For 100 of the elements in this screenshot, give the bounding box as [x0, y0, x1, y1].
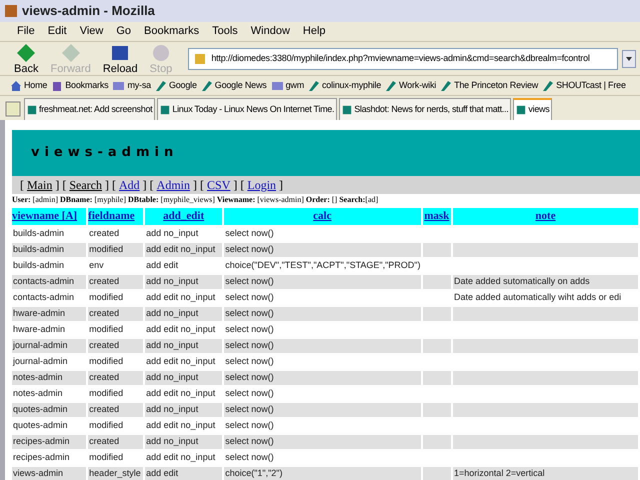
- toolbar-button[interactable]: Reload: [98, 42, 142, 74]
- bookmark-link-icon: [154, 80, 167, 92]
- nav-link[interactable]: Main: [27, 176, 52, 194]
- folder-icon: [270, 80, 284, 91]
- bookmark-link[interactable]: SHOUTcast | Free: [542, 78, 626, 92]
- table-cell: hware-admin: [13, 324, 66, 334]
- column-header[interactable]: fieldname: [88, 208, 144, 224]
- table-cell: select now(): [225, 452, 274, 462]
- table-cell: select now(): [225, 244, 274, 254]
- menu-item[interactable]: File: [17, 23, 35, 40]
- table-cell: select now(): [225, 372, 274, 382]
- table-cell: quotes-admin: [13, 404, 68, 414]
- table-cell: views-admin: [13, 468, 64, 478]
- table-cell: add no_input: [146, 340, 198, 350]
- site-icon: [160, 104, 170, 114]
- browser-tab[interactable]: Slashdot: News for nerds, stuff that matt...: [339, 98, 512, 120]
- table-cell: journal-admin: [13, 340, 68, 350]
- column-header[interactable]: viewname [A]: [12, 208, 86, 224]
- table-cell: Date added sutomatically on adds: [454, 276, 590, 286]
- table-cell: select now(): [225, 228, 274, 238]
- nav-link[interactable]: CSV: [207, 176, 230, 194]
- table-cell: select now(): [225, 276, 274, 286]
- browser-tab[interactable]: freshmeat.net: Add screenshot: [24, 98, 156, 120]
- bookmark-link[interactable]: Bookmarks: [51, 78, 108, 92]
- table-cell: add edit no_input: [146, 452, 216, 462]
- bracket: [: [62, 177, 66, 194]
- table-cell: add edit no_input: [146, 244, 216, 254]
- bracket: [: [20, 177, 24, 194]
- browser-tab[interactable]: views: [513, 98, 552, 120]
- table-cell: hware-admin: [13, 308, 66, 318]
- table-cell: notes-admin: [13, 388, 63, 398]
- table-cell: add no_input: [146, 276, 198, 286]
- table-cell: add no_input: [146, 308, 198, 318]
- site-icon: [342, 104, 352, 114]
- bookmark-link[interactable]: colinux-myphile: [308, 78, 382, 92]
- table-cell: created: [89, 340, 120, 350]
- column-header[interactable]: add_edit: [145, 208, 222, 224]
- table-cell: builds-admin: [13, 228, 64, 238]
- table-cell: created: [89, 276, 120, 286]
- menu-item[interactable]: Window: [250, 23, 290, 40]
- bookmark-link[interactable]: Work-wiki: [385, 78, 436, 92]
- table-cell: notes-admin: [13, 372, 63, 382]
- bookmark-link[interactable]: Google News: [200, 78, 267, 92]
- menu-item[interactable]: Go: [116, 23, 132, 40]
- bracket: ]: [279, 177, 284, 194]
- nav-link[interactable]: Admin: [156, 176, 190, 194]
- table-cell: env: [89, 260, 104, 270]
- table-cell: add edit no_input: [146, 324, 216, 334]
- table-cell: created: [89, 308, 120, 318]
- bookmark-link[interactable]: Google: [154, 78, 197, 92]
- folder-icon: [112, 80, 126, 91]
- table-cell: created: [89, 436, 120, 446]
- bookmark-link-icon: [385, 80, 398, 92]
- table-cell: choice("1","2"): [225, 468, 282, 478]
- menu-item[interactable]: Tools: [212, 23, 238, 40]
- column-header[interactable]: calc: [224, 208, 420, 224]
- menu-item[interactable]: Bookmarks: [144, 23, 200, 40]
- table-cell: journal-admin: [13, 356, 68, 366]
- table-cell: select now(): [225, 404, 274, 414]
- table-cell: builds-admin: [13, 244, 64, 254]
- banner-title: views-admin: [31, 144, 178, 162]
- table-cell: created: [89, 372, 120, 382]
- bookmark-link[interactable]: my-sa: [112, 78, 151, 92]
- dropdown-icon[interactable]: [622, 50, 636, 68]
- menu-item[interactable]: Help: [302, 23, 326, 40]
- page-icon: [193, 52, 208, 66]
- nav-link[interactable]: Search: [69, 176, 102, 194]
- table-cell: recipes-admin: [13, 452, 70, 462]
- toolbar-button[interactable]: Back: [10, 42, 42, 74]
- table-cell: created: [89, 404, 120, 414]
- menu-item[interactable]: View: [80, 23, 104, 40]
- browser-tab[interactable]: Linux Today - Linux News On Internet Time.: [157, 98, 338, 120]
- bracket: ]: [55, 177, 60, 194]
- table-cell: Date added automatically wiht adds or edi: [454, 292, 622, 302]
- table-cell: add edit no_input: [146, 292, 216, 302]
- table-cell: quotes-admin: [13, 420, 68, 430]
- table-cell: modified: [89, 292, 124, 302]
- bookmarks-icon: [51, 80, 64, 92]
- new-tab-icon[interactable]: [4, 100, 22, 118]
- house-icon: [10, 80, 22, 92]
- nav-link[interactable]: Add: [119, 176, 140, 194]
- url-field[interactable]: http://diomedes:3380/myphile/index.php?mviewname=views-admin&cmd=search&dbrealm=fcontrol: [188, 48, 618, 70]
- site-icon: [27, 104, 37, 114]
- table-cell: add no_input: [146, 228, 198, 238]
- nav-link[interactable]: Login: [247, 176, 276, 194]
- bracket: ]: [193, 177, 198, 194]
- column-header[interactable]: mask: [422, 208, 452, 224]
- menu-item[interactable]: Edit: [48, 23, 67, 40]
- url-text: http://diomedes:3380/myphile/index.php?mviewname=views-admin&cmd=search&dbrealm=fcontrol: [211, 52, 590, 65]
- table-cell: contacts-admin: [13, 276, 74, 286]
- bookmark-link[interactable]: The Princeton Review: [440, 78, 538, 92]
- bookmark-link[interactable]: gwm: [270, 78, 304, 92]
- column-header[interactable]: note: [453, 208, 638, 224]
- forward-arrow-icon: [60, 42, 82, 62]
- table-cell: select now(): [225, 324, 274, 334]
- table-cell: select now(): [225, 340, 274, 350]
- table-cell: recipes-admin: [13, 436, 70, 446]
- bookmark-link-icon: [440, 80, 452, 92]
- bookmark-link[interactable]: Home: [10, 78, 48, 92]
- window-title: views-admin - Mozilla: [22, 2, 155, 20]
